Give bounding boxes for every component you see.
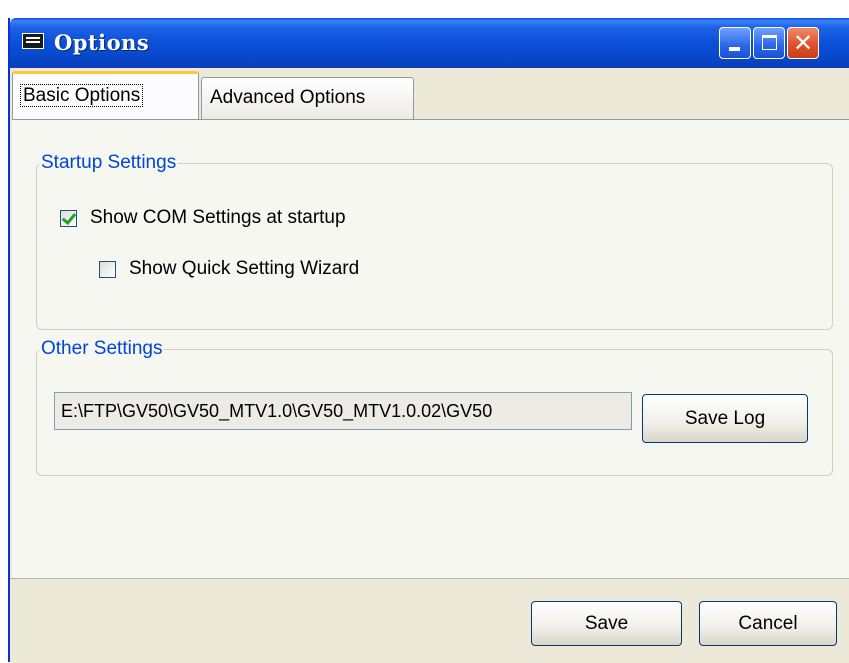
show-quick-wizard-label: Show Quick Setting Wizard — [129, 258, 360, 279]
options-dialog: Options ✕ Basic Options Advanced Options… — [8, 18, 849, 663]
save-button[interactable]: Save — [531, 601, 682, 646]
show-quick-wizard-option[interactable]: Show Quick Setting Wizard — [99, 258, 359, 280]
maximize-icon — [762, 35, 777, 50]
close-button[interactable]: ✕ — [787, 27, 819, 59]
app-icon — [22, 33, 44, 49]
tab-panel-basic-options: Startup Settings Show COM Settings at st… — [12, 119, 849, 578]
cancel-button[interactable]: Cancel — [699, 601, 837, 646]
title-bar[interactable]: Options ✕ — [10, 18, 849, 68]
dialog-footer: Save Cancel — [10, 578, 849, 663]
show-quick-wizard-checkbox[interactable] — [99, 260, 116, 278]
tab-advanced-options[interactable]: Advanced Options — [201, 77, 414, 119]
show-com-settings-option[interactable]: Show COM Settings at startup — [60, 207, 346, 229]
tab-advanced-options-label: Advanced Options — [210, 87, 366, 108]
window-title: Options — [54, 30, 150, 55]
startup-settings-legend: Startup Settings — [41, 152, 177, 173]
maximize-button[interactable] — [753, 27, 785, 59]
minimize-button[interactable] — [719, 27, 751, 59]
tab-basic-options-label: Basic Options — [19, 84, 144, 107]
show-com-settings-label: Show COM Settings at startup — [90, 207, 346, 228]
log-path-field[interactable]: E:\FTP\GV50\GV50_MTV1.0\GV50_MTV1.0.02\G… — [54, 392, 632, 430]
tab-basic-options[interactable]: Basic Options — [12, 71, 199, 119]
other-settings-legend: Other Settings — [41, 338, 163, 359]
save-log-button[interactable]: Save Log — [642, 394, 808, 443]
minimize-icon — [729, 47, 740, 51]
show-com-settings-checkbox[interactable] — [60, 209, 77, 227]
startup-settings-group: Startup Settings — [36, 152, 833, 330]
close-icon: ✕ — [792, 29, 814, 57]
